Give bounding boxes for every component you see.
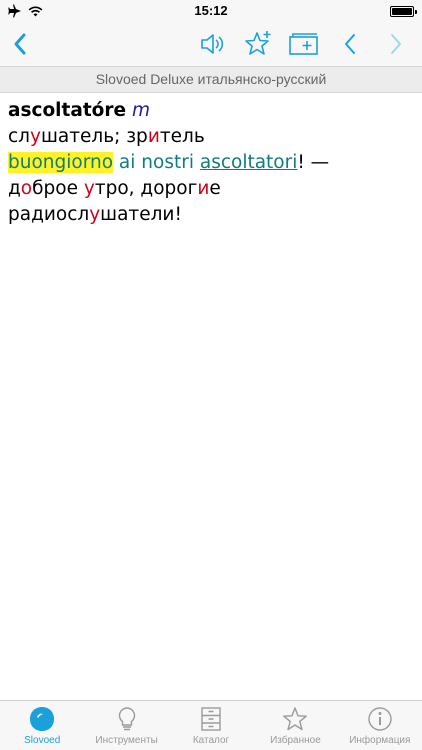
translation-part: сл xyxy=(8,126,30,147)
example-russian-cont: радиослушатели! xyxy=(8,202,414,228)
example-ru-part: брое xyxy=(32,178,84,199)
tab-catalog[interactable]: Каталог xyxy=(169,701,253,750)
next-entry-button[interactable] xyxy=(380,28,412,60)
example-ru-part: е xyxy=(209,178,221,199)
sound-button[interactable] xyxy=(196,28,228,60)
stress-mark: у xyxy=(89,204,101,225)
example-text: ai nostri xyxy=(113,152,200,173)
headword: ascoltatóre xyxy=(8,100,127,121)
tab-label: Инструменты xyxy=(95,735,158,746)
stress-mark: у xyxy=(83,178,95,199)
translation: слушатель; зритель xyxy=(8,124,414,150)
tab-label: Информация xyxy=(349,735,411,746)
info-icon xyxy=(367,706,393,732)
example-ru-part: тро, дорог xyxy=(94,178,198,199)
stress-mark: и xyxy=(147,126,160,147)
lightbulb-icon xyxy=(114,706,140,732)
example-dash: ! — xyxy=(297,152,330,173)
toolbar xyxy=(0,22,422,66)
battery-icon xyxy=(390,6,417,17)
prev-entry-button[interactable] xyxy=(334,28,366,60)
example-ru-part: радиосл xyxy=(8,204,90,225)
card-add-icon xyxy=(289,33,318,55)
example-ru-part: д xyxy=(8,178,21,199)
stress-mark: и xyxy=(197,178,210,199)
dictionary-title: Slovoed Deluxe итальянско-русский xyxy=(0,66,422,93)
tab-bar: Slovoed Инструменты Каталог Избранное Ин… xyxy=(0,700,422,750)
example-italian: buongiorno ai nostri ascoltatori! — xyxy=(8,150,414,176)
tab-label: Избранное xyxy=(270,735,321,746)
tab-favorites[interactable]: Избранное xyxy=(253,701,337,750)
highlighted-word: buongiorno xyxy=(8,152,114,173)
translation-part: шатель; зр xyxy=(40,126,148,147)
tab-tools[interactable]: Инструменты xyxy=(84,701,168,750)
status-bar: 15:12 xyxy=(0,0,422,22)
add-card-button[interactable] xyxy=(288,28,320,60)
tab-label: Slovoed xyxy=(24,735,61,746)
status-time: 15:12 xyxy=(194,3,228,18)
example-russian: доброе утро, дорогие xyxy=(8,176,414,202)
translation-part: тель xyxy=(159,126,205,147)
tab-info[interactable]: Информация xyxy=(338,701,422,750)
chevron-left-icon xyxy=(345,34,355,54)
example-ru-part: шатели! xyxy=(100,204,182,225)
tab-slovoed[interactable]: Slovoed xyxy=(0,701,84,750)
part-of-speech: m xyxy=(131,100,150,121)
cabinet-icon xyxy=(198,706,224,732)
tab-label: Каталог xyxy=(192,735,230,746)
chevron-right-icon xyxy=(391,34,401,54)
stress-mark: о xyxy=(20,178,33,199)
slovoed-logo-icon xyxy=(29,706,55,732)
star-plus-icon xyxy=(245,31,271,55)
back-button[interactable] xyxy=(4,28,36,60)
entry-content: ascoltatóre m слушатель; зритель buongio… xyxy=(8,98,414,228)
speaker-icon xyxy=(201,34,224,54)
example-link[interactable]: ascoltatori xyxy=(200,152,298,173)
chevron-left-icon xyxy=(14,33,26,55)
add-favorite-button[interactable] xyxy=(242,28,274,60)
entry-headline: ascoltatóre m xyxy=(8,98,414,124)
star-icon xyxy=(282,706,308,732)
stress-mark: у xyxy=(30,126,41,147)
